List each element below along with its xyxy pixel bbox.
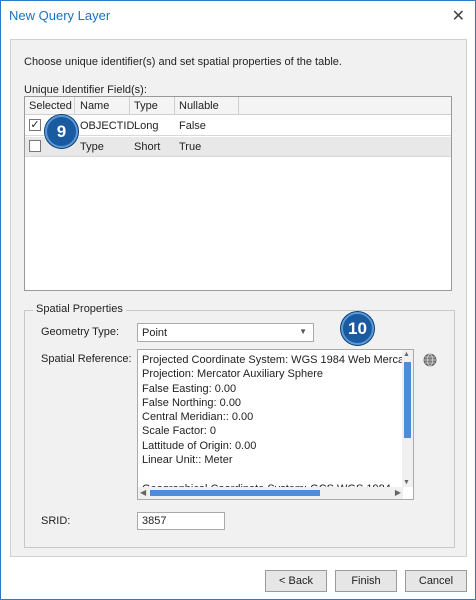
column-header-type[interactable]: Type	[134, 100, 158, 112]
unique-identifier-label: Unique Identifier Field(s):	[24, 84, 147, 96]
callout-badge-9: 9	[45, 115, 78, 148]
sr-line: False Easting: 0.00	[142, 382, 237, 395]
horizontal-scrollbar[interactable]: ◀ ▶	[138, 487, 403, 499]
row-type: Short	[134, 141, 161, 153]
grid-header: Selected Name Type Nullable	[25, 97, 451, 115]
horizontal-scroll-thumb[interactable]	[150, 490, 320, 496]
geometry-type-dropdown[interactable]: Point ▼	[137, 323, 314, 342]
finish-button[interactable]: Finish	[335, 570, 397, 592]
spatial-properties-legend: Spatial Properties	[33, 303, 126, 315]
geometry-type-label: Geometry Type:	[41, 326, 120, 338]
callout-badge-10: 10	[341, 312, 374, 345]
row-nullable: True	[179, 141, 202, 153]
row-name: OBJECTID	[80, 120, 135, 132]
checkmark-icon: ✓	[30, 119, 40, 131]
srid-field[interactable]	[137, 512, 225, 530]
title-bar: New Query Layer ✕	[1, 1, 475, 31]
row-nullable: False	[179, 120, 206, 132]
column-separator	[174, 97, 175, 115]
sr-line: Scale Factor: 0	[142, 425, 216, 438]
globe-icon[interactable]	[423, 353, 437, 367]
sr-line: Projected Coordinate System: WGS 1984 We…	[142, 354, 414, 366]
column-separator	[129, 97, 130, 115]
row-checkbox-objectid[interactable]: ✓	[29, 119, 41, 131]
spatial-reference-text: Projected Coordinate System: WGS 1984 We…	[142, 354, 414, 497]
sr-line: Lattitude of Origin: 0.00	[142, 439, 257, 452]
srid-label: SRID:	[41, 515, 71, 527]
row-name: Type	[80, 141, 104, 153]
new-query-layer-dialog: New Query Layer ✕ Choose unique identifi…	[0, 0, 476, 600]
column-header-nullable[interactable]: Nullable	[179, 100, 219, 112]
sr-line: Projection: Mercator Auxiliary Sphere	[142, 368, 323, 381]
content-panel: Choose unique identifier(s) and set spat…	[10, 39, 467, 557]
table-row[interactable]: ✓ OBJECTID Long False	[25, 116, 451, 136]
column-header-selected[interactable]: Selected	[29, 100, 72, 112]
column-separator	[238, 97, 239, 115]
table-row[interactable]: Type Short True	[25, 137, 451, 157]
scroll-up-icon[interactable]: ▲	[403, 351, 410, 358]
scroll-left-icon[interactable]: ◀	[140, 488, 146, 497]
vertical-scroll-thumb[interactable]	[404, 362, 411, 438]
chevron-down-icon: ▼	[299, 327, 307, 336]
column-separator	[74, 97, 75, 115]
scroll-down-icon[interactable]: ▼	[403, 479, 410, 486]
cancel-button[interactable]: Cancel	[405, 570, 467, 592]
unique-identifier-grid[interactable]: Selected Name Type Nullable ✓ OBJECTID L…	[24, 96, 452, 291]
vertical-scrollbar[interactable]: ▲ ▼	[402, 350, 413, 487]
sr-line: Central Meridian:: 0.00	[142, 411, 254, 424]
close-icon[interactable]: ✕	[452, 6, 465, 26]
sr-line	[142, 468, 400, 482]
geometry-type-value: Point	[142, 327, 168, 339]
back-button[interactable]: < Back	[265, 570, 327, 592]
srid-input[interactable]	[142, 515, 222, 527]
instructions-text: Choose unique identifier(s) and set spat…	[24, 56, 342, 68]
column-header-name[interactable]: Name	[80, 100, 109, 112]
dialog-title: New Query Layer	[9, 8, 111, 23]
row-type: Long	[134, 120, 159, 132]
spatial-reference-textbox[interactable]: Projected Coordinate System: WGS 1984 We…	[137, 349, 414, 500]
sr-line: False Northing: 0.00	[142, 396, 242, 409]
row-checkbox-type[interactable]	[29, 140, 41, 152]
spatial-reference-label: Spatial Reference:	[41, 353, 132, 365]
scroll-right-icon[interactable]: ▶	[395, 488, 401, 497]
sr-line: Linear Unit:: Meter	[142, 454, 233, 467]
